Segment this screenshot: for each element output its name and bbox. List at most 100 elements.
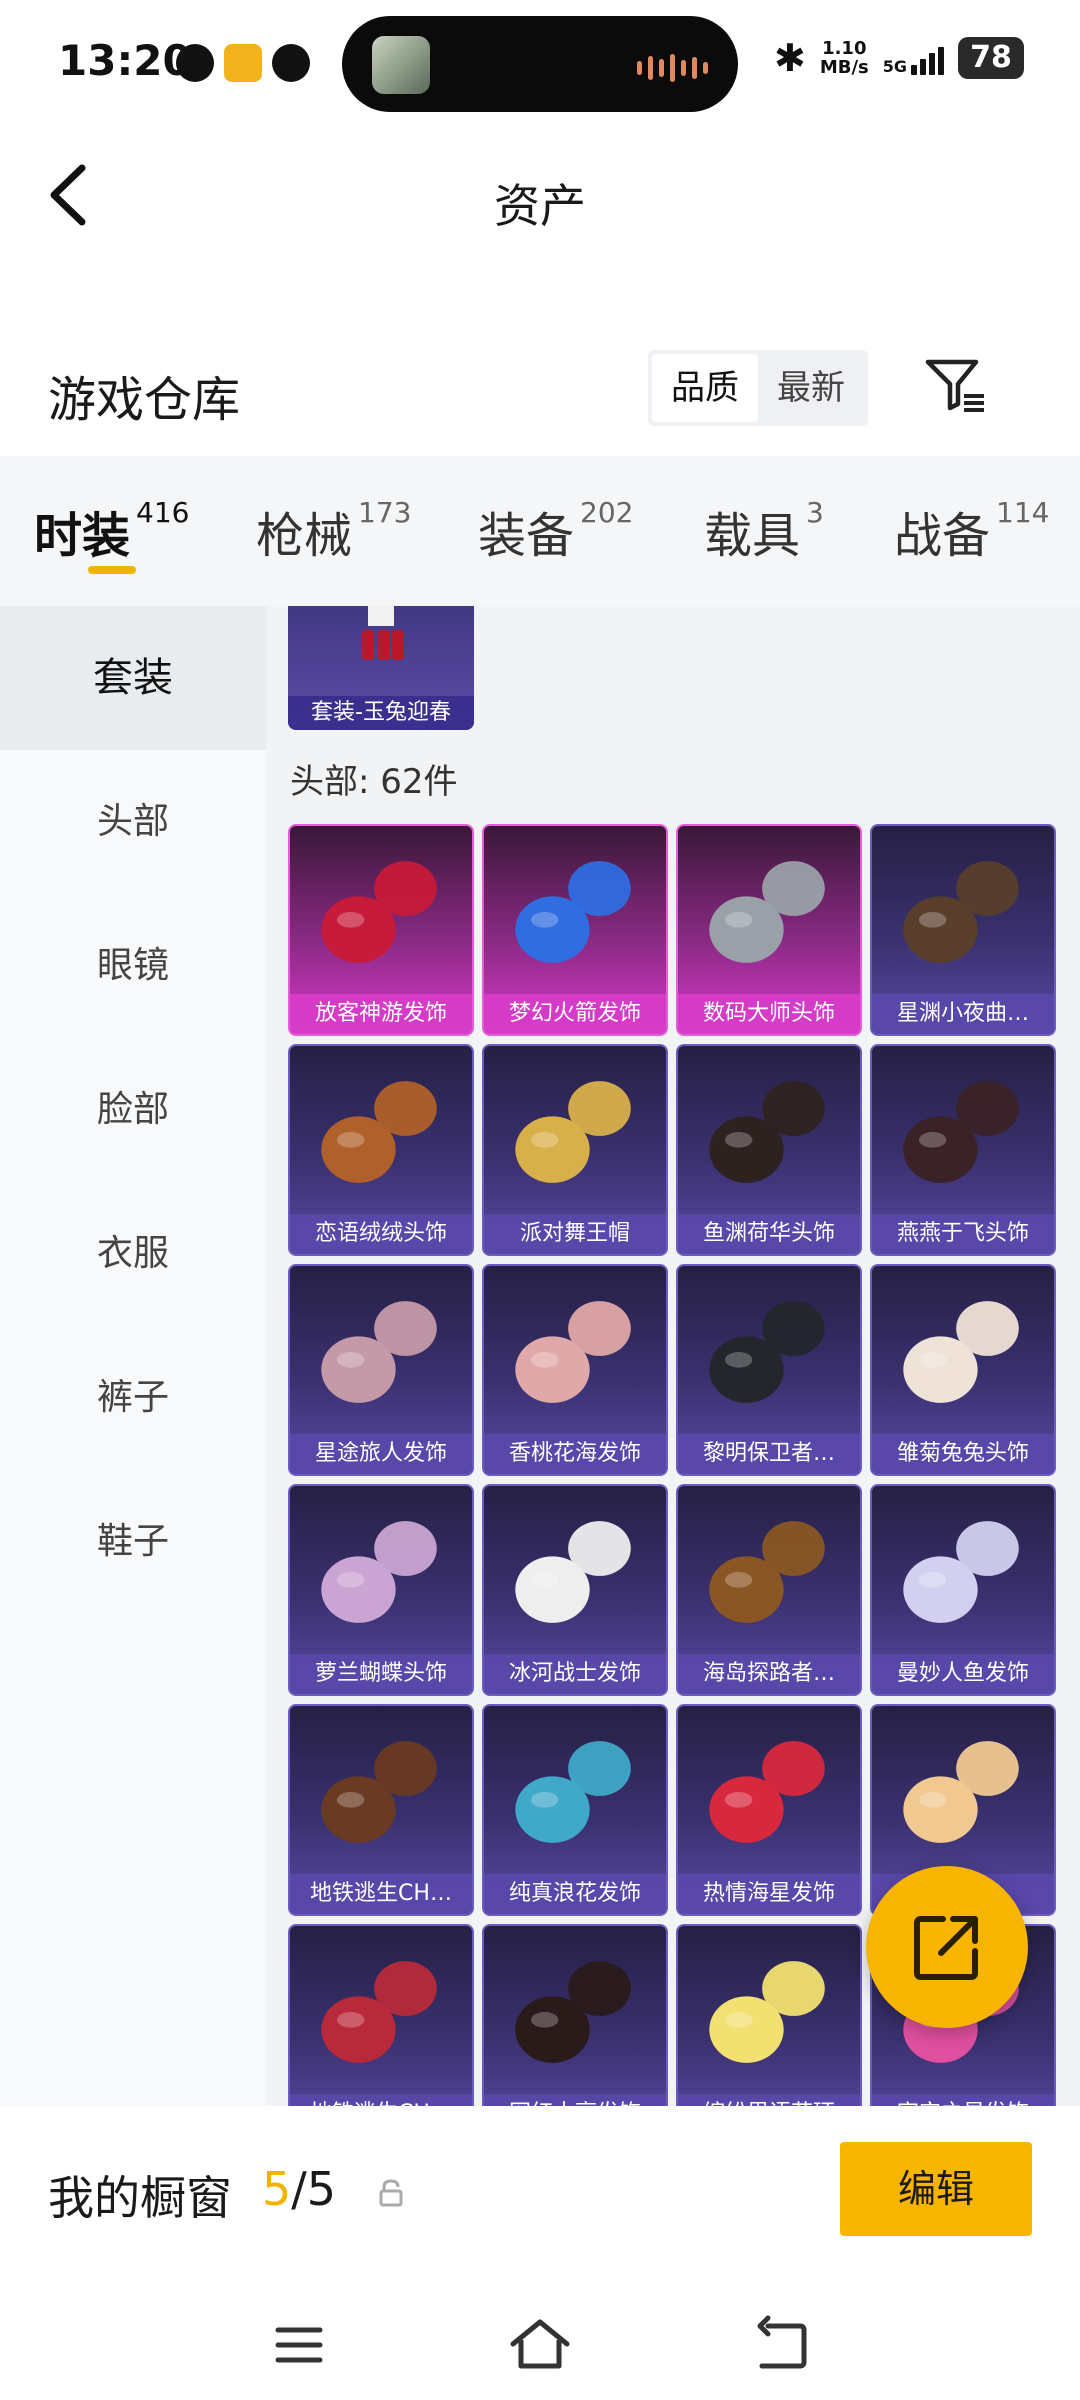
back-icon bbox=[757, 2315, 807, 2369]
item-card[interactable]: 燕燕于飞头饰 bbox=[870, 1044, 1056, 1256]
browser-icon bbox=[176, 44, 214, 82]
battery-indicator: 78 bbox=[958, 37, 1024, 79]
item-card[interactable]: 星渊小夜曲… bbox=[870, 824, 1056, 1036]
item-card[interactable]: 黎明保卫者… bbox=[676, 1264, 862, 1476]
item-card-label: 派对舞王帽 bbox=[484, 1214, 666, 1254]
dynamic-island[interactable] bbox=[342, 16, 738, 112]
tab-equipment[interactable]: 装备 202 bbox=[478, 496, 633, 566]
hair-accessory-icon bbox=[290, 1486, 472, 1658]
showcase-total: 5 bbox=[306, 2162, 337, 2216]
tab-fashion[interactable]: 时装 416 bbox=[34, 496, 189, 566]
filter-button[interactable] bbox=[920, 350, 990, 420]
item-card-label: 黎明保卫者… bbox=[678, 1434, 860, 1474]
bluetooth-icon: ✱ bbox=[773, 36, 806, 80]
item-card[interactable]: 星途旅人发饰 bbox=[288, 1264, 474, 1476]
hair-accessory-icon bbox=[484, 1266, 666, 1438]
item-card-label: 数码大师头饰 bbox=[678, 994, 860, 1034]
item-card-label: 地铁逃生CH… bbox=[290, 1874, 472, 1914]
hair-accessory-icon bbox=[484, 1706, 666, 1878]
sort-toggle: 品质 最新 bbox=[648, 350, 868, 426]
hair-accessory-icon bbox=[678, 1926, 860, 2098]
side-item-pants[interactable]: 裤子 bbox=[0, 1326, 266, 1470]
tab-combat-gear[interactable]: 战备 114 bbox=[894, 496, 1049, 566]
tab-vehicles[interactable]: 载具 3 bbox=[704, 496, 824, 566]
side-item-clothes[interactable]: 衣服 bbox=[0, 1182, 266, 1326]
showcase-label: 我的橱窗 bbox=[48, 2171, 232, 2225]
item-card-label: 鱼渊荷华头饰 bbox=[678, 1214, 860, 1254]
item-card[interactable]: 鱼渊荷华头饰 bbox=[676, 1044, 862, 1256]
item-card[interactable]: 萝兰蝴蝶头饰 bbox=[288, 1484, 474, 1696]
side-item-shoes[interactable]: 鞋子 bbox=[0, 1470, 266, 1614]
item-card[interactable]: 地铁逃生CH… bbox=[288, 1924, 474, 2106]
page-title: 资产 bbox=[494, 179, 586, 233]
warehouse-bar: 游戏仓库 品质 最新 bbox=[0, 330, 1080, 450]
item-card[interactable]: 恋语绒绒头饰 bbox=[288, 1044, 474, 1256]
side-item-suit[interactable]: 套装 bbox=[0, 606, 266, 750]
item-card[interactable]: 海岛探路者… bbox=[676, 1484, 862, 1696]
sort-newest-option[interactable]: 最新 bbox=[758, 354, 864, 422]
item-card-label: 雏菊兔兔头饰 bbox=[872, 1434, 1054, 1474]
status-right: ✱ 1.10 MB/s 5G 78 bbox=[774, 36, 1024, 80]
hair-accessory-icon bbox=[678, 1486, 860, 1658]
item-card[interactable]: 热情海星发饰 bbox=[676, 1704, 862, 1916]
hair-accessory-icon bbox=[678, 1266, 860, 1438]
hair-accessory-icon bbox=[484, 1486, 666, 1658]
side-item-head[interactable]: 头部 bbox=[0, 750, 266, 894]
item-card-label: 香桃花海发饰 bbox=[484, 1434, 666, 1474]
showcase-current: 5 bbox=[262, 2162, 292, 2216]
nav-home-button[interactable] bbox=[505, 2310, 575, 2380]
status-time: 13:20 bbox=[58, 36, 192, 85]
item-card-label: 梦幻火箭发饰 bbox=[484, 994, 666, 1034]
hair-accessory-icon bbox=[484, 1926, 666, 2098]
item-card-label: 曼妙人鱼发饰 bbox=[872, 1654, 1054, 1694]
category-tabs: 时装 416 枪械 173 装备 202 载具 3 战备 114 bbox=[0, 456, 1080, 606]
tab-count: 173 bbox=[358, 496, 412, 529]
side-item-face[interactable]: 脸部 bbox=[0, 1038, 266, 1182]
hair-accessory-icon bbox=[872, 1706, 1054, 1878]
hair-accessory-icon bbox=[484, 826, 666, 998]
item-card[interactable]: 缤纷里语花环 bbox=[676, 1924, 862, 2106]
item-card-label: 缤纷里语花环 bbox=[678, 2094, 860, 2106]
nav-menu-button[interactable] bbox=[264, 2310, 334, 2380]
hair-accessory-icon bbox=[678, 1046, 860, 1218]
item-card[interactable]: 香桃花海发饰 bbox=[482, 1264, 668, 1476]
tab-label: 时装 bbox=[34, 508, 131, 564]
item-card[interactable]: 网红大亨发饰 bbox=[482, 1924, 668, 2106]
filter-icon bbox=[925, 359, 984, 412]
tab-guns[interactable]: 枪械 173 bbox=[256, 496, 411, 566]
item-card-label: 宇宙之星发饰 bbox=[872, 2094, 1054, 2106]
hair-accessory-icon bbox=[290, 1926, 472, 2098]
tab-label: 战备 bbox=[894, 508, 991, 564]
side-item-glasses[interactable]: 眼镜 bbox=[0, 894, 266, 1038]
item-card[interactable]: 冰河战士发饰 bbox=[482, 1484, 668, 1696]
tab-count: 114 bbox=[996, 496, 1050, 529]
item-card[interactable]: 梦幻火箭发饰 bbox=[482, 824, 668, 1036]
item-card[interactable]: 派对舞王帽 bbox=[482, 1044, 668, 1256]
share-button[interactable] bbox=[866, 1866, 1028, 2028]
edit-button[interactable]: 编辑 bbox=[840, 2142, 1032, 2236]
menu-icon bbox=[275, 2327, 323, 2363]
showcase-bar: 我的橱窗 5/5 编辑 bbox=[0, 2106, 1080, 2296]
item-card[interactable]: 雏菊兔兔头饰 bbox=[870, 1264, 1056, 1476]
suit-card[interactable]: 套装-玉兔迎春 bbox=[288, 606, 474, 730]
item-card[interactable]: 地铁逃生CH… bbox=[288, 1704, 474, 1916]
item-card[interactable]: 放客神游发饰 bbox=[288, 824, 474, 1036]
item-card-label: 星途旅人发饰 bbox=[290, 1434, 472, 1474]
item-card[interactable]: 纯真浪花发饰 bbox=[482, 1704, 668, 1916]
suit-card-label: 套装-玉兔迎春 bbox=[288, 696, 474, 730]
hair-accessory-icon bbox=[872, 1486, 1054, 1658]
hair-accessory-icon bbox=[872, 1266, 1054, 1438]
tab-count: 416 bbox=[136, 496, 190, 529]
tab-label: 载具 bbox=[704, 508, 801, 564]
home-icon bbox=[510, 2319, 570, 2369]
item-card[interactable]: 数码大师头饰 bbox=[676, 824, 862, 1036]
sort-quality-option[interactable]: 品质 bbox=[652, 354, 758, 422]
item-card-label: 燕燕于飞头饰 bbox=[872, 1214, 1054, 1254]
item-card[interactable]: 曼妙人鱼发饰 bbox=[870, 1484, 1056, 1696]
item-card-label: 放客神游发饰 bbox=[290, 994, 472, 1034]
nav-back-button[interactable] bbox=[746, 2310, 816, 2380]
hair-accessory-icon bbox=[872, 826, 1054, 998]
warehouse-title: 游戏仓库 bbox=[48, 372, 241, 428]
net-speed-value: 1.10 bbox=[822, 38, 867, 59]
wechat-icon bbox=[272, 44, 310, 82]
